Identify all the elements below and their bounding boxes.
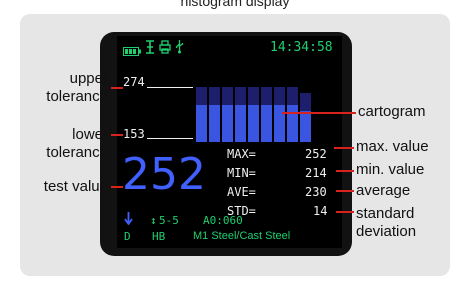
leader-line-lower-tolerance xyxy=(111,134,123,136)
histogram-bar xyxy=(235,87,246,142)
stat-ave-label: AVE= xyxy=(227,185,256,199)
histogram-bar-cap xyxy=(274,87,285,105)
annotation-upper-tolerance-line1: upper xyxy=(69,70,108,87)
annotation-cartogram: cartogram xyxy=(358,103,426,120)
histogram-bar xyxy=(196,87,207,142)
histogram-bar-cap xyxy=(222,87,233,105)
leader-line-average xyxy=(336,190,354,192)
histogram-bar xyxy=(261,87,272,142)
a0-value: A0:060 xyxy=(203,214,243,227)
histogram-bar-cap xyxy=(261,87,272,105)
annotation-upper-tolerance: upper tolerance xyxy=(30,70,108,106)
stat-min-value: 214 xyxy=(305,166,327,180)
annotation-lower-tolerance: lower tolerance xyxy=(30,126,108,162)
annotation-max-value: max. value xyxy=(356,138,429,155)
leader-line-standard-deviation xyxy=(336,211,354,213)
histogram-bar-cap xyxy=(235,87,246,105)
stat-min-label: MIN= xyxy=(227,166,256,180)
annotation-standard-deviation-line1: standard xyxy=(356,205,415,222)
device-screen: 14:34:58 274 153 252 MAX= 252 MIN= 214 A… xyxy=(117,36,342,248)
test-value: 252 xyxy=(122,149,206,200)
histogram-bar xyxy=(248,87,259,142)
lower-tolerance-tick xyxy=(147,138,193,139)
stat-ave-value: 230 xyxy=(305,185,327,199)
leader-line-cartogram xyxy=(282,112,356,114)
histogram-bar xyxy=(209,87,220,142)
direction-symbol: ↕ xyxy=(150,214,157,227)
annotation-lower-tolerance-line1: lower xyxy=(72,126,108,143)
annotation-standard-deviation-line2: deviation xyxy=(356,223,417,240)
stat-max-value: 252 xyxy=(305,147,327,161)
annotation-average: average xyxy=(356,182,411,199)
histogram-bar-cap xyxy=(196,87,207,105)
mode-value: 5-5 xyxy=(159,214,179,227)
leader-line-min-value xyxy=(336,170,354,172)
hardness-scale: HB xyxy=(152,230,166,243)
annotation-min-value: min. value xyxy=(356,161,425,178)
annotation-upper-tolerance-line2: tolerance xyxy=(46,88,108,105)
histogram-bar-cap xyxy=(248,87,259,105)
stat-std-value: 14 xyxy=(313,204,328,218)
histogram-bar xyxy=(287,87,298,142)
leader-line-test-value xyxy=(111,186,123,188)
leader-line-max-value xyxy=(334,147,354,149)
impact-direction-icon xyxy=(124,212,133,230)
histogram-bar-cap xyxy=(287,87,298,105)
annotation-standard-deviation: standard deviation xyxy=(356,205,416,241)
annotation-lower-tolerance-line2: tolerance xyxy=(46,144,108,161)
stat-max-label: MAX= xyxy=(227,147,256,161)
histogram-bar xyxy=(222,87,233,142)
leader-line-upper-tolerance xyxy=(111,87,123,89)
histogram-bar xyxy=(274,87,285,142)
annotation-test-value: test value xyxy=(43,178,108,195)
figure-caption: histogram display xyxy=(180,0,290,9)
histogram-bar-cap xyxy=(300,93,311,111)
probe-type: D xyxy=(124,230,131,243)
histogram-bar-cap xyxy=(209,87,220,105)
histogram-bar xyxy=(300,93,311,142)
upper-tolerance-tick xyxy=(147,87,193,88)
material-name: M1 Steel/Cast Steel xyxy=(193,230,291,242)
